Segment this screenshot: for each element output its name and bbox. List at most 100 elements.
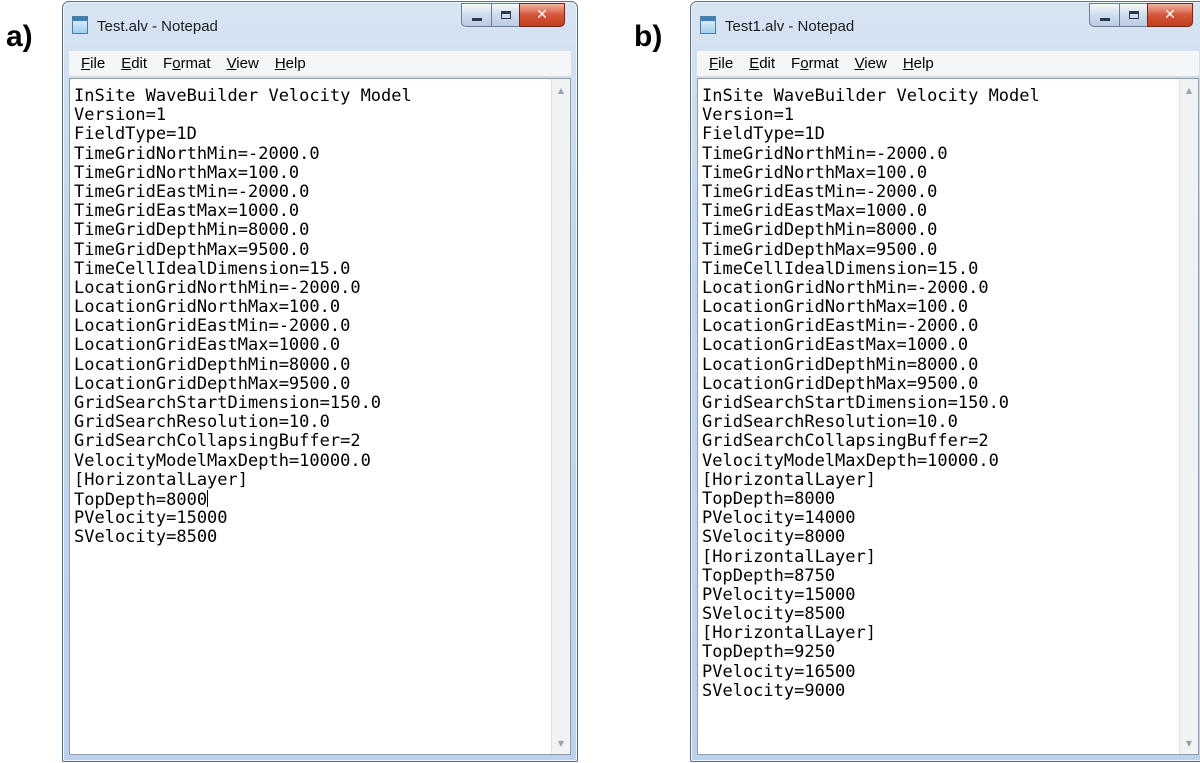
vertical-scrollbar[interactable]: ▲ ▼ (1179, 79, 1198, 754)
caption-buttons: ✕ (461, 3, 565, 27)
text-line-content: SVelocity=8500 (74, 527, 218, 548)
text-line: GridSearchResolution=10.0 (74, 413, 546, 432)
text-line-content: GridSearchCollapsingBuffer=2 (74, 431, 361, 452)
text-line-content: LocationGridDepthMax=9500.0 (702, 373, 979, 394)
text-line-content: GridSearchStartDimension=150.0 (74, 393, 382, 413)
menu-help[interactable]: Help (903, 55, 934, 72)
menu-file[interactable]: File (81, 55, 105, 72)
menu-file[interactable]: File (709, 55, 733, 72)
maximize-button[interactable] (491, 3, 519, 27)
close-button[interactable]: ✕ (1147, 3, 1193, 27)
scroll-up-icon[interactable]: ▲ (552, 81, 570, 99)
text-line: LocationGridNorthMax=100.0 (702, 297, 1174, 317)
text-line-content: TimeCellIdealDimension=15.0 (702, 258, 979, 279)
title-bar[interactable]: Test.alv - Notepad ✕ (63, 2, 577, 42)
menu-mnemonic: E (121, 55, 132, 72)
text-line: SVelocity=8500 (74, 528, 546, 547)
text-line-content: TimeGridDepthMax=9500.0 (74, 239, 310, 260)
panel-label-a: a) (6, 20, 33, 53)
text-line: Version=1 (702, 106, 1174, 125)
text-line: TimeGridDepthMax=9500.0 (702, 239, 1174, 260)
text-content[interactable]: InSite WaveBuilder Velocity Model Version… (74, 87, 546, 750)
text-line-content: GridSearchResolution=10.0 (74, 412, 330, 433)
title-bar[interactable]: Test1.alv - Notepad ✕ (691, 2, 1200, 42)
text-line: FieldType=1D (74, 125, 546, 144)
text-content[interactable]: InSite WaveBuilder Velocity Model Version… (702, 87, 1174, 750)
menu-format[interactable]: Format (791, 55, 839, 72)
menu-edit[interactable]: Edit (749, 55, 775, 72)
text-line-content: TopDepth=8750 (702, 565, 836, 586)
menu-label: ile (718, 55, 734, 72)
close-button[interactable]: ✕ (519, 3, 565, 27)
menu-label: F (163, 55, 173, 72)
text-line: LocationGridNorthMin=-2000.0 (702, 278, 1174, 298)
text-line: TimeGridEastMin=-2000.0 (74, 182, 546, 202)
text-line-content: LocationGridEastMax=1000.0 (74, 335, 341, 356)
text-line-content: LocationGridEastMax=1000.0 (702, 335, 969, 356)
text-line: TimeGridDepthMax=9500.0 (74, 239, 546, 260)
text-line-content: PVelocity=16500 (702, 661, 856, 682)
menu-edit[interactable]: Edit (121, 55, 147, 72)
text-line: LocationGridNorthMin=-2000.0 (74, 277, 546, 298)
text-line-content: LocationGridNorthMin=-2000.0 (74, 277, 361, 298)
scroll-down-icon[interactable]: ▼ (552, 734, 570, 752)
minimize-button[interactable] (461, 3, 491, 27)
menu-label: elp (913, 55, 934, 72)
minimize-icon (1099, 17, 1110, 21)
text-editor[interactable]: InSite WaveBuilder Velocity Model Version… (69, 78, 571, 755)
text-line-content: InSite WaveBuilder Velocity Model (702, 87, 1040, 106)
text-line-content: TimeGridEastMin=-2000.0 (702, 181, 938, 202)
text-line-content: [HorizontalLayer] (702, 623, 876, 644)
scroll-down-icon[interactable]: ▼ (1180, 734, 1198, 752)
text-line: GridSearchCollapsingBuffer=2 (74, 432, 546, 451)
text-line-content: TimeGridDepthMax=9500.0 (702, 239, 938, 260)
text-line-content: FieldType=1D (702, 124, 825, 145)
text-line: LocationGridDepthMax=9500.0 (702, 373, 1174, 394)
menu-view[interactable]: View (227, 55, 259, 72)
text-line-content: [HorizontalLayer] (702, 546, 876, 567)
menu-view[interactable]: View (855, 55, 887, 72)
text-line-content: VelocityModelMaxDepth=10000.0 (74, 450, 371, 471)
text-line-content: GridSearchCollapsingBuffer=2 (702, 431, 989, 452)
menu-bar: File Edit Format View Help (69, 51, 571, 77)
text-line: TopDepth=9250 (702, 643, 1174, 662)
text-line: TimeGridNorthMax=100.0 (702, 163, 1174, 183)
notepad-app-icon[interactable] (72, 16, 88, 34)
menu-label: rmat (808, 55, 839, 72)
notepad-window-b: Test1.alv - Notepad ✕ File Edit Format V… (690, 1, 1200, 762)
text-line: LocationGridEastMax=1000.0 (702, 336, 1174, 355)
text-line: [HorizontalLayer] (702, 546, 1174, 567)
text-line: TimeCellIdealDimension=15.0 (74, 259, 546, 279)
text-line: TimeGridNorthMin=-2000.0 (702, 144, 1174, 164)
text-line: Version=1 (74, 106, 546, 125)
text-editor[interactable]: InSite WaveBuilder Velocity Model Version… (697, 78, 1199, 755)
text-line: GridSearchStartDimension=150.0 (702, 393, 1174, 413)
menu-mnemonic: o (800, 55, 809, 72)
minimize-icon (471, 17, 482, 21)
text-line-content: TimeGridDepthMin=8000.0 (74, 220, 310, 241)
text-line-content: TopDepth=8000 (702, 488, 836, 509)
text-line-content: SVelocity=8000 (702, 527, 846, 548)
text-line: InSite WaveBuilder Velocity Model (74, 87, 546, 106)
text-line-content: LocationGridDepthMax=9500.0 (74, 373, 351, 394)
text-line-content: LocationGridDepthMin=8000.0 (702, 354, 979, 375)
text-line: [HorizontalLayer] (702, 624, 1174, 643)
notepad-window-a: Test.alv - Notepad ✕ File Edit Format Vi… (62, 1, 578, 762)
close-icon: ✕ (1164, 7, 1176, 23)
minimize-button[interactable] (1089, 3, 1119, 27)
text-line: TimeGridDepthMin=8000.0 (74, 221, 546, 240)
menu-help[interactable]: Help (275, 55, 306, 72)
maximize-button[interactable] (1119, 3, 1147, 27)
text-line: SVelocity=9000 (702, 681, 1174, 701)
text-line-content: LocationGridEastMin=-2000.0 (74, 316, 351, 337)
notepad-app-icon[interactable] (700, 16, 716, 34)
text-line-content: Version=1 (702, 105, 795, 126)
vertical-scrollbar[interactable]: ▲ ▼ (551, 79, 570, 754)
scroll-up-icon[interactable]: ▲ (1180, 81, 1198, 99)
text-line: InSite WaveBuilder Velocity Model (702, 87, 1174, 106)
maximize-icon (500, 11, 511, 19)
menu-format[interactable]: Format (163, 55, 211, 72)
text-line-content: TopDepth=9250 (702, 642, 836, 663)
window-title: Test1.alv - Notepad (725, 18, 855, 35)
text-line-content: [HorizontalLayer] (702, 469, 876, 490)
